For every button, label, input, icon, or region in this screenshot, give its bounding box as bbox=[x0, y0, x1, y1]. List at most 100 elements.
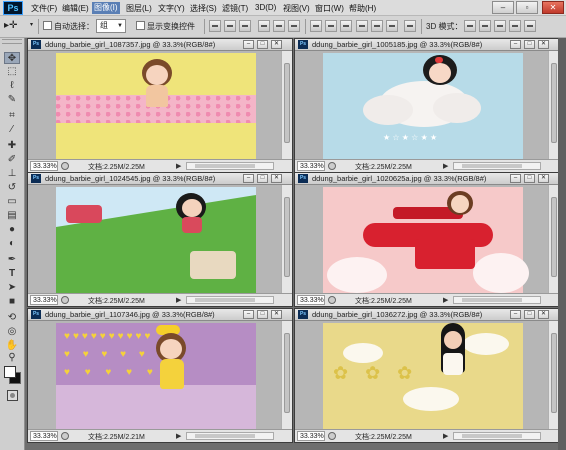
status-menu-icon[interactable]: ▶ bbox=[443, 432, 448, 440]
blur-icon[interactable]: ● bbox=[4, 224, 20, 236]
doc-maximize-button[interactable]: □ bbox=[524, 310, 535, 319]
scroll-thumb[interactable] bbox=[551, 197, 557, 277]
scroll-thumb[interactable] bbox=[462, 164, 522, 168]
auto-select-checkbox[interactable]: 自动选择： bbox=[43, 21, 94, 32]
document-canvas[interactable]: ★ ☆ ★ ☆ ★ ★ bbox=[295, 51, 550, 161]
status-info-icon[interactable] bbox=[61, 432, 69, 440]
hand-icon[interactable]: ✋ bbox=[4, 340, 20, 352]
document-title-bar[interactable]: Ps ddung_barbie_girl_1005185.jpg @ 33.3%… bbox=[295, 39, 559, 51]
menu-edit[interactable]: 编辑(E) bbox=[62, 3, 89, 14]
document-title-bar[interactable]: Ps ddung_barbie_girl_1087357.jpg @ 33.3%… bbox=[28, 39, 292, 51]
scroll-thumb[interactable] bbox=[195, 434, 255, 438]
doc-maximize-button[interactable]: □ bbox=[257, 310, 268, 319]
align-vcenter-icon[interactable] bbox=[224, 20, 236, 32]
align-hcenter-icon[interactable] bbox=[273, 20, 285, 32]
align-left-icon[interactable] bbox=[258, 20, 270, 32]
distribute-top-icon[interactable] bbox=[310, 20, 322, 32]
document-canvas[interactable] bbox=[28, 185, 283, 295]
zoom-level-field[interactable]: 33.33% bbox=[30, 295, 58, 305]
show-transform-checkbox[interactable]: 显示变换控件 bbox=[136, 21, 195, 32]
pen-icon[interactable]: ✒ bbox=[4, 254, 20, 266]
scroll-thumb[interactable] bbox=[551, 333, 557, 413]
document-window-5[interactable]: Ps ddung_barbie_girl_1107346.jpg @ 33.3%… bbox=[27, 308, 293, 443]
document-title-bar[interactable]: Ps ddung_barbie_girl_1020625a.jpg @ 33.3… bbox=[295, 173, 559, 185]
menu-3d[interactable]: 3D(D) bbox=[255, 3, 276, 12]
close-button[interactable]: ✕ bbox=[542, 1, 564, 14]
document-title-bar[interactable]: Ps ddung_barbie_girl_1024545.jpg @ 33.3%… bbox=[28, 173, 292, 185]
status-menu-icon[interactable]: ▶ bbox=[443, 162, 448, 170]
doc-close-button[interactable]: ✕ bbox=[271, 40, 282, 49]
brush-icon[interactable]: ✐ bbox=[4, 154, 20, 166]
3d-orbit-icon[interactable]: ◎ bbox=[4, 326, 20, 338]
vertical-scrollbar[interactable] bbox=[281, 185, 292, 295]
menu-select[interactable]: 选择(S) bbox=[190, 3, 217, 14]
doc-minimize-button[interactable]: – bbox=[243, 174, 254, 183]
distribute-left-icon[interactable] bbox=[356, 20, 368, 32]
auto-select-type-select[interactable]: 组 ▼ bbox=[96, 19, 126, 33]
scroll-thumb[interactable] bbox=[284, 63, 290, 143]
status-info-icon[interactable] bbox=[61, 296, 69, 304]
horizontal-scrollbar[interactable] bbox=[453, 162, 541, 170]
scroll-thumb[interactable] bbox=[195, 298, 255, 302]
eyedropper-icon[interactable]: ⁄ bbox=[4, 124, 20, 136]
quick-mask-icon[interactable] bbox=[7, 390, 18, 401]
3d-pan-icon[interactable] bbox=[494, 20, 506, 32]
align-bottom-icon[interactable] bbox=[239, 20, 251, 32]
status-info-icon[interactable] bbox=[61, 162, 69, 170]
vertical-scrollbar[interactable] bbox=[281, 321, 292, 431]
document-canvas[interactable] bbox=[295, 185, 550, 295]
zoom-level-field[interactable]: 33.33% bbox=[297, 161, 325, 171]
lasso-icon[interactable]: ℓ bbox=[4, 80, 20, 92]
scroll-thumb[interactable] bbox=[462, 434, 522, 438]
horizontal-scrollbar[interactable] bbox=[186, 432, 274, 440]
doc-maximize-button[interactable]: □ bbox=[257, 40, 268, 49]
move-icon[interactable]: ✥ bbox=[4, 52, 20, 64]
document-window-1[interactable]: Ps ddung_barbie_girl_1087357.jpg @ 33.3%… bbox=[27, 38, 293, 173]
3d-rotate-icon[interactable] bbox=[464, 20, 476, 32]
zoom-level-field[interactable]: 33.33% bbox=[297, 431, 325, 441]
status-menu-icon[interactable]: ▶ bbox=[176, 432, 181, 440]
horizontal-scrollbar[interactable] bbox=[453, 432, 541, 440]
scroll-thumb[interactable] bbox=[284, 197, 290, 277]
document-canvas[interactable]: ✿ ✿ ✿ bbox=[295, 321, 550, 431]
distribute-vcenter-icon[interactable] bbox=[325, 20, 337, 32]
tool-preset-dropdown-icon[interactable]: ▾ bbox=[30, 21, 33, 28]
quick-select-icon[interactable]: ✎ bbox=[4, 94, 20, 106]
doc-minimize-button[interactable]: – bbox=[510, 174, 521, 183]
menu-help[interactable]: 帮助(H) bbox=[349, 3, 376, 14]
doc-maximize-button[interactable]: □ bbox=[524, 174, 535, 183]
3d-scale-icon[interactable] bbox=[524, 20, 536, 32]
menu-image[interactable]: 图像(I) bbox=[92, 2, 120, 14]
type-icon[interactable]: T bbox=[4, 268, 20, 280]
document-title-bar[interactable]: Ps ddung_barbie_girl_1036272.jpg @ 33.3%… bbox=[295, 309, 559, 321]
foreground-color-swatch[interactable] bbox=[4, 366, 16, 378]
dodge-icon[interactable]: ◐ bbox=[4, 238, 20, 250]
distribute-bottom-icon[interactable] bbox=[340, 20, 352, 32]
document-window-2[interactable]: Ps ddung_barbie_girl_1005185.jpg @ 33.3%… bbox=[294, 38, 560, 173]
document-window-4[interactable]: Ps ddung_barbie_girl_1020625a.jpg @ 33.3… bbox=[294, 172, 560, 307]
scroll-thumb[interactable] bbox=[462, 298, 522, 302]
doc-close-button[interactable]: ✕ bbox=[538, 310, 549, 319]
zoom-level-field[interactable]: 33.33% bbox=[30, 431, 58, 441]
maximize-button[interactable]: ▫ bbox=[516, 1, 538, 14]
stamp-icon[interactable]: ⊥ bbox=[4, 168, 20, 180]
status-menu-icon[interactable]: ▶ bbox=[176, 296, 181, 304]
menu-filter[interactable]: 滤镜(T) bbox=[222, 3, 248, 14]
status-info-icon[interactable] bbox=[328, 296, 336, 304]
3d-roll-icon[interactable] bbox=[479, 20, 491, 32]
crop-icon[interactable]: ⌗ bbox=[4, 110, 20, 122]
doc-minimize-button[interactable]: – bbox=[243, 40, 254, 49]
menu-type[interactable]: 文字(Y) bbox=[158, 3, 185, 14]
gradient-icon[interactable]: ▤ bbox=[4, 210, 20, 222]
menu-layer[interactable]: 图层(L) bbox=[126, 3, 152, 14]
doc-minimize-button[interactable]: – bbox=[243, 310, 254, 319]
horizontal-scrollbar[interactable] bbox=[186, 296, 274, 304]
document-canvas[interactable] bbox=[28, 51, 283, 161]
menu-window[interactable]: 窗口(W) bbox=[315, 3, 344, 14]
zoom-icon[interactable]: ⚲ bbox=[4, 352, 20, 364]
document-window-6[interactable]: Ps ddung_barbie_girl_1036272.jpg @ 33.3%… bbox=[294, 308, 560, 443]
3d-rotate-icon[interactable]: ⟲ bbox=[4, 312, 20, 324]
zoom-level-field[interactable]: 33.33% bbox=[30, 161, 58, 171]
document-canvas[interactable]: ♥♥♥♥♥♥♥♥♥♥ ♥ ♥ ♥ ♥ ♥ ♥ ♥ ♥ ♥ ♥ ♥ bbox=[28, 321, 283, 431]
vertical-scrollbar[interactable] bbox=[281, 51, 292, 161]
